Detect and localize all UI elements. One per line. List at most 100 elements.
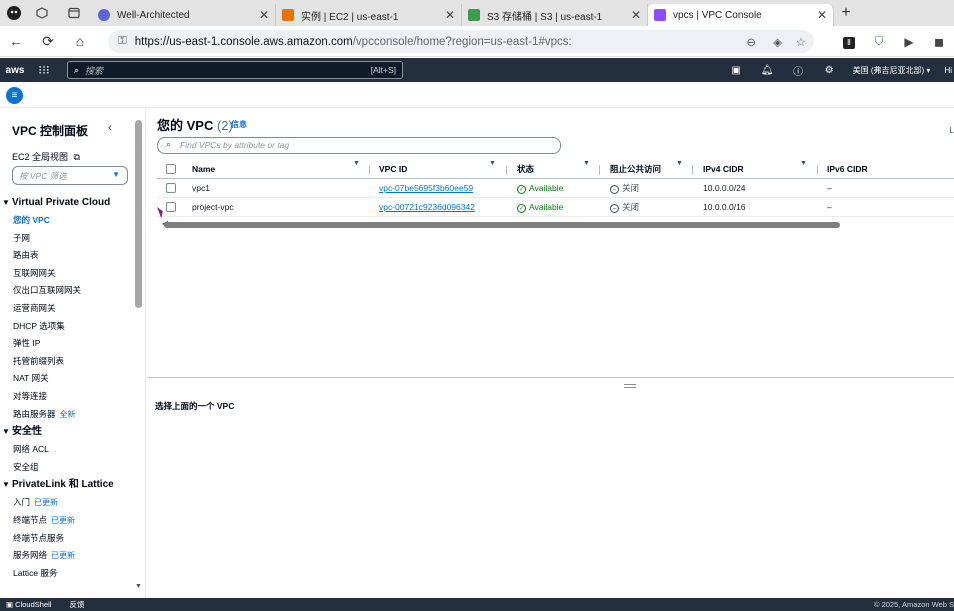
search-icon: ⌕ xyxy=(74,64,80,75)
sidebar-item-label: 网络 ACL xyxy=(13,444,49,455)
section-privatelink[interactable]: ▼ PrivateLink 和 Lattice xyxy=(0,476,134,494)
extension-play-icon[interactable]: ▶ xyxy=(894,35,924,49)
sidebar-scrollbar[interactable]: ▼ xyxy=(135,112,142,590)
sidebar-item-nat-gateways[interactable]: NAT 网关 xyxy=(0,370,134,388)
sidebar-item-prefix-lists[interactable]: 托管前缀列表 xyxy=(0,353,134,371)
sidebar-item-internet-gateways[interactable]: 互联网网关 xyxy=(0,265,134,283)
cloudshell-button[interactable]: ▣ CloudShell xyxy=(6,600,51,609)
sort-down-icon[interactable]: ▼ xyxy=(489,160,496,167)
ec2-global-view-link[interactable]: EC2 全局视图 ⧉ xyxy=(12,150,80,163)
aws-logo[interactable]: aws xyxy=(0,58,30,82)
sidebar-item-dhcp-options[interactable]: DHCP 选项集 xyxy=(0,318,134,336)
cloudshell-icon: ▣ xyxy=(6,600,16,609)
row-checkbox[interactable] xyxy=(166,202,176,212)
vpc-search-input[interactable]: ⌕ Find VPCs by attribute or tag xyxy=(157,137,561,154)
profile-icon[interactable] xyxy=(0,0,28,26)
column-divider[interactable] xyxy=(506,165,507,175)
browser-tab-vpc[interactable]: vpcs | VPC Console ✕ xyxy=(648,4,834,26)
close-icon[interactable]: ✕ xyxy=(817,8,827,22)
aws-search-input[interactable]: ⌕ 搜索 [Alt+S] xyxy=(67,61,403,79)
aws-search-placeholder: 搜索 xyxy=(85,65,104,76)
close-icon[interactable]: ✕ xyxy=(445,8,455,22)
header-action-truncated[interactable]: L xyxy=(950,126,954,135)
table-row[interactable]: project-vpc vpc-00721c9236d096342 ✓ Avail… xyxy=(157,198,954,217)
browser-tab-ec2[interactable]: 实例 | EC2 | us-east-1 ✕ xyxy=(276,4,462,26)
sidebar-item-elastic-ip[interactable]: 弹性 IP xyxy=(0,335,134,353)
sort-down-icon[interactable]: ▼ xyxy=(676,160,683,167)
row-checkbox[interactable] xyxy=(166,183,176,193)
sidebar-item-lattice-services[interactable]: Lattice 服务 xyxy=(0,565,134,583)
table-row[interactable]: vpc1 vpc-07be5695f3b60ee59 ✓ Available – 关… xyxy=(157,179,954,198)
vpc-filter-select[interactable]: 按 VPC 筛选 ▼ xyxy=(12,166,128,185)
settings-gear-icon[interactable]: ⚙ xyxy=(814,65,845,76)
close-icon[interactable]: ✕ xyxy=(259,8,269,22)
split-panel-resize-handle[interactable] xyxy=(624,384,636,388)
sidebar-item-network-acl[interactable]: 网络 ACL xyxy=(0,441,134,459)
extension-reader-icon[interactable]: Ⅱ xyxy=(834,34,864,49)
browser-tab-well-architected[interactable]: Well-Architected ✕ xyxy=(92,4,276,26)
state-text: Available xyxy=(529,202,564,212)
new-tab-icon[interactable]: + xyxy=(834,4,858,22)
cell-vpc-id-link[interactable]: vpc-07be5695f3b60ee59 xyxy=(379,179,473,198)
column-header-ipv6-cidr[interactable]: IPv6 CIDR xyxy=(827,160,868,179)
browser-tab-s3[interactable]: S3 存储桶 | S3 | us-east-1 ✕ xyxy=(462,4,648,26)
collapse-sidebar-icon[interactable]: ‹ xyxy=(108,120,112,134)
sidebar-item-endpoints[interactable]: 终端节点 已更新 xyxy=(0,512,134,530)
tab-title: 实例 | EC2 | us-east-1 xyxy=(301,11,399,23)
table-horizontal-scrollbar[interactable] xyxy=(164,222,840,228)
scroll-down-arrow-icon[interactable]: ▼ xyxy=(135,583,142,590)
cloudshell-icon[interactable]: ▣ xyxy=(721,65,752,76)
extension-puzzle-icon[interactable]: ◼ xyxy=(924,35,954,49)
sidebar-item-peering[interactable]: 对等连接 xyxy=(0,388,134,406)
zoom-icon[interactable]: ⊖ xyxy=(746,35,756,49)
column-header-vpc-id[interactable]: VPC ID xyxy=(379,160,407,179)
column-header-state[interactable]: 状态 xyxy=(517,160,534,179)
account-menu[interactable]: Hi xyxy=(938,66,954,75)
back-icon[interactable]: ← xyxy=(0,33,32,49)
sidebar-item-egress-only-igw[interactable]: 仅出口互联网网关 xyxy=(0,282,134,300)
sidebar-item-route-tables[interactable]: 路由表 xyxy=(0,247,134,265)
section-virtual-private-cloud[interactable]: ▼ Virtual Private Cloud xyxy=(0,194,134,212)
home-icon[interactable]: ⌂ xyxy=(64,33,96,49)
column-divider[interactable] xyxy=(369,165,370,175)
select-all-checkbox[interactable] xyxy=(166,164,176,174)
sidebar-item-subnets[interactable]: 子网 xyxy=(0,230,134,248)
tab-title: vpcs | VPC Console xyxy=(673,9,762,21)
sidebar-item-endpoint-services[interactable]: 终端节点服务 xyxy=(0,530,134,548)
sort-down-icon[interactable]: ▼ xyxy=(800,160,807,167)
column-header-name[interactable]: Name xyxy=(192,160,215,179)
info-link[interactable]: 信息 xyxy=(231,119,247,130)
translate-icon[interactable]: ◈ xyxy=(773,35,782,49)
help-icon[interactable]: ⓘ xyxy=(783,63,814,78)
column-divider[interactable] xyxy=(692,165,693,175)
sidebar-item-your-vpcs[interactable]: 您的 VPC xyxy=(0,212,134,230)
tab-actions-icon[interactable] xyxy=(56,0,92,26)
region-selector[interactable]: 美国 (弗吉尼亚北部) ▾ xyxy=(845,65,939,76)
sidebar-item-carrier-gateways[interactable]: 运营商网关 xyxy=(0,300,134,318)
close-icon[interactable]: ✕ xyxy=(631,8,641,22)
services-grid-icon[interactable]: ⁝⁝⁝ xyxy=(30,63,58,77)
sidebar-item-service-networks[interactable]: 服务网络 已更新 xyxy=(0,547,134,565)
sidebar-item-route-servers[interactable]: 路由服务器 全新 xyxy=(0,406,134,424)
site-info-icon[interactable]: ⚿ xyxy=(118,35,127,48)
reload-icon[interactable]: ⟳ xyxy=(32,33,64,50)
column-divider[interactable] xyxy=(599,165,600,175)
bookmark-star-icon[interactable]: ☆ xyxy=(796,35,806,49)
column-header-block-public-access[interactable]: 阻止公共访问 xyxy=(610,160,661,179)
sidebar-item-label: 终端节点 xyxy=(13,514,48,525)
workspaces-icon[interactable] xyxy=(28,0,56,26)
sidebar-item-security-groups[interactable]: 安全组 xyxy=(0,459,134,477)
scrollbar-thumb[interactable] xyxy=(135,120,142,308)
section-security[interactable]: ▼ 安全性 xyxy=(0,423,134,441)
extension-shield-icon[interactable]: ⛉ xyxy=(864,34,894,49)
column-divider[interactable] xyxy=(817,165,818,175)
feedback-link[interactable]: 反馈 xyxy=(69,599,84,610)
sidebar-item-getting-started[interactable]: 入门 已更新 xyxy=(0,494,134,512)
cell-vpc-id-link[interactable]: vpc-00721c9236d096342 xyxy=(379,198,475,217)
sort-down-icon[interactable]: ▼ xyxy=(353,160,360,167)
sort-down-icon[interactable]: ▼ xyxy=(583,160,590,167)
column-header-ipv4-cidr[interactable]: IPv4 CIDR xyxy=(703,160,744,179)
url-input[interactable]: ⚿ https://us-east-1.console.aws.amazon.c… xyxy=(108,30,814,53)
notifications-bell-icon[interactable]: 🔔︎ xyxy=(752,65,783,76)
menu-icon[interactable]: ≡ xyxy=(6,87,23,104)
